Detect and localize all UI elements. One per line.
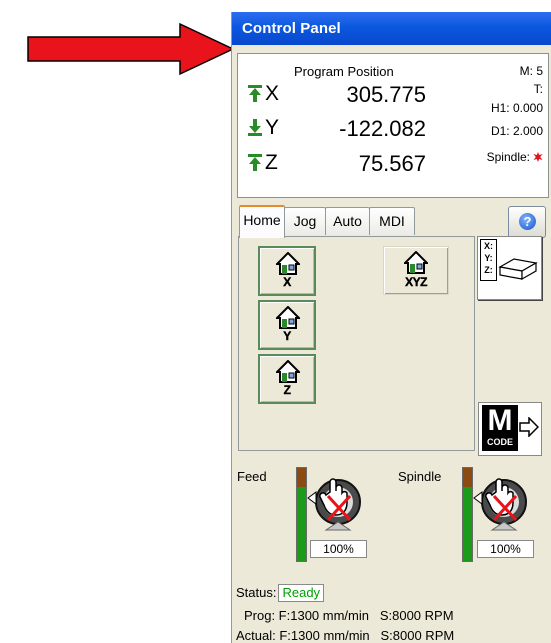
- workpiece-icon: [498, 258, 538, 281]
- spindle-status-icon: [533, 152, 543, 162]
- home-icon: [276, 252, 300, 275]
- control-panel: Control Panel Program Position X 305.775…: [231, 12, 551, 643]
- axis-z-value: 75.567: [358, 151, 426, 176]
- home-y-button[interactable]: Y: [258, 300, 316, 350]
- arrow-up-icon: [248, 153, 262, 171]
- axis-y-label: Y: [248, 116, 279, 140]
- actual-feed-speed: Actual: F:1300 mm/min S:8000 RPM: [236, 628, 455, 643]
- axis-x-label: X: [248, 82, 279, 106]
- spindle-label: Spindle: [398, 469, 442, 484]
- spindle-override-knob[interactable]: [470, 474, 534, 538]
- home-icon: [276, 306, 300, 329]
- help-button[interactable]: ?: [508, 206, 546, 238]
- home-icon: [276, 360, 300, 383]
- annotation-arrow: [27, 22, 235, 76]
- spindle-percent: 100%: [477, 540, 534, 558]
- status-label: Status:: [236, 585, 277, 600]
- feed-label: Feed: [237, 469, 267, 484]
- window-title: Control Panel: [242, 20, 341, 37]
- home-xyz-button[interactable]: XYZ: [383, 246, 449, 295]
- spindle-indicator: Spindle:: [487, 150, 543, 164]
- arrow-right-icon: [519, 417, 539, 437]
- tab-mdi[interactable]: MDI: [369, 207, 415, 235]
- axis-z-label: Z: [248, 151, 278, 175]
- tool-value: T:: [533, 82, 543, 96]
- home-icon: [404, 251, 428, 274]
- h1-value: H1: 0.000: [490, 101, 543, 115]
- home-x-button[interactable]: X: [258, 246, 316, 296]
- arrow-down-icon: [248, 118, 262, 136]
- home-z-button[interactable]: Z: [258, 354, 316, 404]
- xyz-labels: X: Y: Z:: [480, 239, 497, 281]
- feed-percent: 100%: [310, 540, 367, 558]
- mcode-icon: M CODE: [482, 405, 518, 451]
- d1-value: D1: 2.000: [490, 124, 543, 138]
- help-icon: ?: [519, 213, 536, 230]
- feed-override-knob[interactable]: [304, 474, 368, 538]
- arrow-up-icon: [248, 84, 262, 102]
- work-offset-button[interactable]: X: Y: Z:: [477, 236, 542, 300]
- dro-header: Program Position: [294, 64, 394, 79]
- position-display: Program Position X 305.775 Y -122.082 Z …: [237, 53, 549, 198]
- title-bar: Control Panel: [232, 12, 551, 45]
- home-tab-pane: X Y Z XYZ: [238, 236, 475, 451]
- status-line: Status: Ready: [236, 584, 325, 602]
- tab-jog[interactable]: Jog: [284, 207, 326, 235]
- m-code-value: M: 5: [519, 64, 543, 78]
- axis-y-value: -122.082: [339, 116, 426, 141]
- axis-x-value: 305.775: [346, 82, 426, 107]
- tab-home[interactable]: Home: [239, 205, 285, 238]
- tab-auto[interactable]: Auto: [325, 207, 370, 235]
- mcode-button[interactable]: M CODE: [478, 402, 542, 456]
- status-value: Ready: [278, 584, 325, 602]
- prog-feed-speed: Prog: F:1300 mm/min S:8000 RPM: [244, 608, 454, 623]
